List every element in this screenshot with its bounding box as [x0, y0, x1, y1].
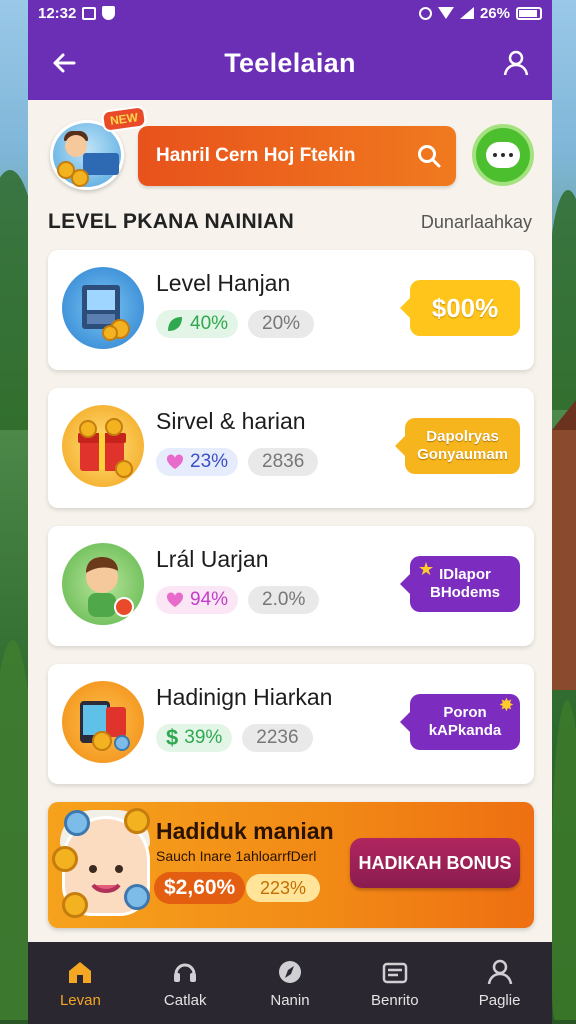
progress-pill: 40%: [156, 310, 239, 338]
nav-label: Catlak: [163, 991, 207, 1009]
section-header: LEVEL PKANA NAINIAN Dunarlaahkay: [28, 210, 552, 254]
profile-button[interactable]: [498, 45, 534, 81]
notification-icon: [82, 6, 97, 20]
promo-price: $2,60%: [154, 872, 246, 904]
coin-icon: [124, 884, 150, 910]
computer-coins-icon: [62, 267, 144, 349]
card-title: Hadinign Hiarkan: [156, 684, 333, 710]
secondary-pill: 2.0%: [248, 586, 320, 614]
bonus-button[interactable]: HADIKAH BONUS: [350, 838, 520, 888]
status-bar: 12:32 26%: [28, 0, 552, 26]
nav-label: Levan: [59, 991, 101, 1009]
coin-icon: [62, 892, 88, 918]
search-row: NEW Hanril Cern Hoj Ftekin: [28, 100, 552, 210]
card-title: Level Hanjan: [156, 270, 291, 296]
reward-tag[interactable]: $00%: [400, 280, 520, 336]
app-screen: Teelelaian NEW Hanril Cern Hoj Ftekin LE…: [28, 26, 552, 1024]
nav-item-profile[interactable]: Paglie: [450, 958, 550, 1009]
reward-tag[interactable]: ✸ Poron kAPkanda: [400, 694, 520, 750]
app-header: Teelelaian: [28, 26, 552, 100]
coin-icon: [71, 169, 89, 187]
level-card[interactable]: Level Hanjan 40% 20% $00%: [48, 250, 534, 370]
coin-icon: [64, 810, 90, 836]
kid-character-icon: [62, 543, 144, 625]
arrow-left-icon: [53, 53, 76, 73]
user-icon: [503, 50, 529, 76]
leaf-icon: [168, 317, 182, 331]
progress-pill: 94%: [156, 586, 239, 614]
store-icon: [83, 153, 119, 175]
battery-percent: 26%: [479, 4, 510, 22]
chat-button[interactable]: [472, 124, 534, 186]
alarm-icon: [418, 6, 432, 20]
card-title: Sirvel & harian: [156, 408, 306, 434]
home-icon: [69, 961, 92, 983]
search-icon[interactable]: [416, 143, 442, 169]
status-time: 12:32: [38, 4, 77, 22]
star-icon: ✸: [498, 695, 514, 715]
level-card[interactable]: Sirvel & harian 23% 2836 Dapolryas Gonya…: [48, 388, 534, 508]
promo-pill: 223%: [246, 874, 321, 902]
secondary-pill: 20%: [248, 310, 315, 338]
gift-box-icon: [62, 405, 144, 487]
heart-icon: [166, 454, 184, 469]
nav-label: Nanin: [270, 991, 310, 1009]
reward-tag[interactable]: ★ IDlapor BHodems: [400, 556, 520, 612]
coin-icon: [52, 846, 78, 872]
star-icon: ★: [418, 559, 435, 579]
level-card[interactable]: Lrál Uarjan 94% 2.0% ★ IDlapor BHodems: [48, 526, 534, 646]
battery-icon: [516, 6, 542, 20]
secondary-pill: 2836: [248, 448, 319, 476]
promo-banner[interactable]: Hadiduk manian Sauch Inare 1ahloarrfDerl…: [48, 802, 534, 928]
shrub-right: [552, 700, 576, 1020]
headset-icon: [174, 963, 197, 982]
secondary-pill: 2236: [242, 724, 313, 752]
nav-label: Paglie: [478, 991, 521, 1009]
section-link[interactable]: Dunarlaahkay: [421, 212, 532, 233]
nav-item-catlak[interactable]: Catlak: [135, 958, 235, 1009]
promo-subtitle: Sauch Inare 1ahloarrfDerl: [156, 848, 317, 864]
search-bar[interactable]: Hanril Cern Hoj Ftekin: [138, 126, 456, 186]
promo-title: Hadiduk manian: [156, 818, 334, 844]
dollar-icon: $: [166, 725, 179, 750]
nav-item-nanin[interactable]: Nanin: [240, 958, 340, 1009]
reward-tag[interactable]: Dapolryas Gonyaumam: [395, 418, 520, 474]
section-title: LEVEL PKANA NAINIAN: [48, 210, 295, 233]
compass-icon: [278, 960, 301, 983]
progress-pill: $ 39%: [156, 724, 233, 752]
back-button[interactable]: [46, 45, 82, 81]
user-icon: [487, 959, 512, 984]
nav-item-benrito[interactable]: Benrito: [345, 958, 445, 1009]
page-title: Teelelaian: [224, 47, 356, 78]
shield-icon: [102, 6, 116, 20]
phone-coins-icon: [62, 681, 144, 763]
bottom-nav: Levan Catlak Nanin Benrito Paglie: [28, 942, 552, 1024]
nav-label: Benrito: [371, 991, 419, 1009]
signal-icon: [459, 7, 474, 19]
heart-icon: [166, 592, 184, 607]
wifi-icon: [437, 7, 454, 19]
chat-bubble-icon: [486, 142, 520, 168]
palm-tree-right: [548, 190, 576, 410]
wallet-icon: [382, 962, 408, 983]
coin-icon: [124, 808, 150, 834]
nav-item-home[interactable]: Levan: [30, 958, 130, 1009]
search-text: Hanril Cern Hoj Ftekin: [156, 145, 356, 166]
progress-pill: 23%: [156, 448, 239, 476]
level-card[interactable]: Hadinign Hiarkan $ 39% 2236 ✸ Poron kAPk…: [48, 664, 534, 784]
card-title: Lrál Uarjan: [156, 546, 269, 572]
